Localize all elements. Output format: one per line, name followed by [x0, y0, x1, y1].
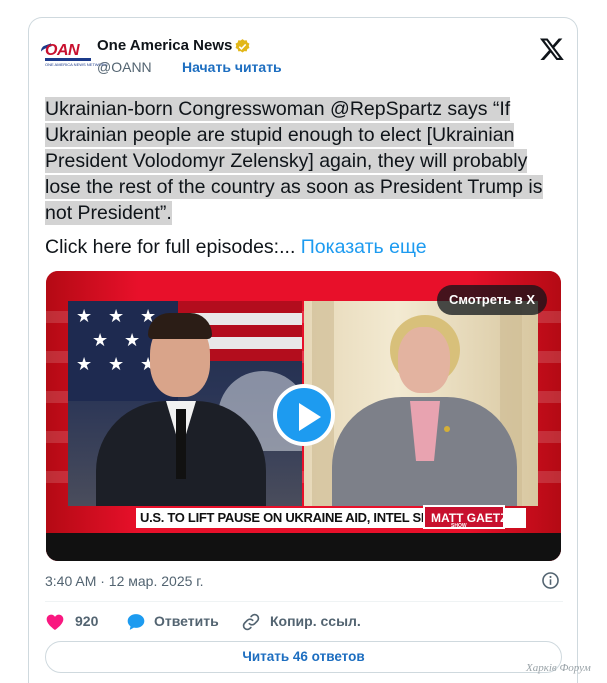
reply-label: Ответить [154, 613, 219, 629]
link-icon [242, 613, 260, 631]
more-prefix: Click here for full episodes:... [45, 236, 301, 258]
star-icon: ★ [108, 354, 125, 374]
info-icon[interactable] [541, 571, 560, 590]
tweet-text: Ukrainian-born Congresswoman @RepSpartz … [45, 96, 565, 226]
tweet-card: OAN ONE AMERICA NEWS NETWORK One America… [28, 17, 578, 683]
star-icon: ★ [76, 306, 93, 326]
guest-pin [444, 426, 450, 432]
star-icon: ★ [92, 330, 109, 350]
reply-button[interactable]: Ответить [125, 610, 235, 634]
guest-face [398, 327, 450, 393]
like-count: 920 [75, 613, 99, 629]
play-icon [299, 403, 321, 431]
chyron-text: U.S. TO LIFT PAUSE ON UKRAINE AID, INTEL… [140, 510, 471, 525]
watch-on-x-button[interactable]: Смотреть в X [436, 285, 547, 315]
account-handle[interactable]: @OANN [97, 59, 152, 75]
host-tie [176, 409, 186, 479]
copy-link-label: Копир. ссыл. [270, 613, 361, 629]
action-bar: 920 Ответить Копир. ссыл. [45, 610, 565, 634]
star-icon: ★ [124, 330, 141, 350]
tweet-header: OAN ONE AMERICA NEWS NETWORK One America… [39, 36, 565, 80]
video-left-pane: ★ ★ ★ ★ ★ ★ ★ ★ [68, 301, 302, 506]
more-line: Click here for full episodes:... Показат… [45, 236, 427, 259]
show-more-link[interactable]: Показать еще [301, 236, 427, 258]
play-button[interactable] [273, 384, 335, 446]
video-right-pane [304, 301, 538, 506]
copy-link-button[interactable]: Копир. ссыл. [241, 610, 381, 634]
flag-stripe [178, 301, 302, 313]
read-replies-button[interactable]: Читать 46 ответов [45, 641, 562, 673]
star-icon: ★ [108, 306, 125, 326]
x-logo-icon[interactable] [539, 36, 565, 62]
tweet-body: Ukrainian-born Congresswoman @RepSpartz … [45, 97, 543, 225]
verified-badge-icon [235, 39, 250, 53]
logo-bar [45, 58, 91, 61]
heart-icon [46, 614, 64, 630]
tweet-timestamp[interactable]: 3:40 AM · 12 мар. 2025 г. [45, 573, 204, 589]
host-hair [148, 313, 212, 339]
like-button[interactable]: 920 [45, 610, 115, 634]
oan-logo[interactable]: OAN ONE AMERICA NEWS NETWORK [39, 42, 107, 72]
watermark: Харків Форум [526, 662, 591, 674]
divider [45, 601, 563, 602]
show-name: MATT GAETZ [431, 511, 508, 525]
video-bottom-bar [46, 533, 561, 561]
reply-bubble-icon [127, 614, 145, 630]
show-logo: MATT GAETZ SHOW [423, 505, 508, 529]
follow-button[interactable]: Начать читать [182, 59, 282, 75]
star-icon: ★ [76, 354, 93, 374]
show-sub: SHOW [451, 523, 467, 529]
account-name[interactable]: One America News [97, 37, 232, 54]
video-player[interactable]: ★ ★ ★ ★ ★ ★ ★ ★ U.S. TO LIFT PAUSE ON UK… [46, 271, 561, 561]
lower-third: U.S. TO LIFT PAUSE ON UKRAINE AID, INTEL… [136, 505, 526, 529]
